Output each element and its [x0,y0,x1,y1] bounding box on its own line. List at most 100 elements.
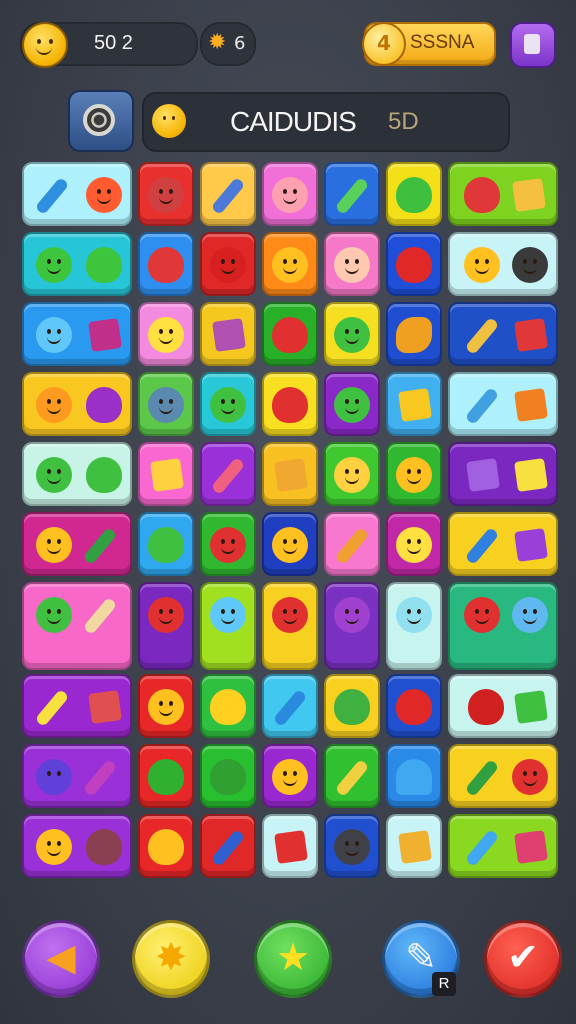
tile[interactable] [386,582,442,670]
tile[interactable] [138,582,194,670]
tile[interactable] [262,232,318,296]
tile[interactable] [324,814,380,878]
tile[interactable] [138,674,194,738]
tile[interactable] [386,744,442,808]
tile[interactable] [138,442,194,506]
apple-icon [396,247,432,283]
tile[interactable] [262,372,318,436]
tile[interactable] [448,232,558,296]
gold-button[interactable]: 4 SSSNA [362,22,496,66]
tile[interactable] [386,232,442,296]
tile[interactable] [22,372,132,436]
tile[interactable] [448,744,558,808]
face-icon [272,527,308,563]
tile[interactable] [200,162,256,226]
tile[interactable] [22,302,132,366]
tile[interactable] [386,814,442,878]
tile[interactable] [200,674,256,738]
tile[interactable] [200,372,256,436]
tile[interactable] [448,372,558,436]
tile-grid [22,162,558,884]
face-icon [148,317,184,353]
face-icon [396,597,432,633]
tile-row [22,442,558,512]
top-hud: 50 2 ✹ 6 4 SSSNA [20,22,556,68]
face-icon [210,387,246,423]
tile[interactable] [386,674,442,738]
face-icon [152,104,186,138]
tile[interactable] [386,512,442,576]
tile[interactable] [200,744,256,808]
gift-button[interactable] [510,22,556,68]
face-icon [148,597,184,633]
lemon-icon [396,317,432,353]
tile[interactable] [324,744,380,808]
tile[interactable] [448,512,558,576]
crayon-icon [334,176,370,216]
gift-box-icon [514,690,548,724]
tile[interactable] [386,302,442,366]
tile[interactable] [324,442,380,506]
tile[interactable] [200,814,256,878]
tile[interactable] [386,162,442,226]
tile[interactable] [138,372,194,436]
tile[interactable] [262,162,318,226]
star-button[interactable]: ★ [254,920,332,998]
tile[interactable] [200,302,256,366]
tile[interactable] [22,512,132,576]
pepper-icon [468,689,504,725]
tile[interactable] [138,814,194,878]
shell-button[interactable] [68,90,134,152]
tile[interactable] [324,162,380,226]
tile[interactable] [262,442,318,506]
sparkle-icon [464,316,500,356]
tile[interactable] [262,814,318,878]
tile[interactable] [324,302,380,366]
tile[interactable] [262,744,318,808]
tile[interactable] [22,232,132,296]
tile[interactable] [22,674,132,738]
tile[interactable] [448,442,558,506]
gem-icon [514,528,548,562]
face-icon [272,759,308,795]
arrow-button[interactable]: ◀ [22,920,100,998]
tile[interactable] [324,512,380,576]
tile[interactable] [448,582,558,670]
jar-icon [514,830,548,864]
tile[interactable] [138,302,194,366]
tile[interactable] [22,442,132,506]
tile[interactable] [324,674,380,738]
apple-icon [272,387,308,423]
tile[interactable] [386,372,442,436]
tile[interactable] [448,814,558,878]
tile[interactable] [200,442,256,506]
tile[interactable] [22,744,132,808]
check-button[interactable]: ✔ [484,920,562,998]
tile[interactable] [262,512,318,576]
tile[interactable] [138,512,194,576]
tile[interactable] [200,232,256,296]
tile[interactable] [22,162,132,226]
tile[interactable] [448,674,558,738]
tile[interactable] [324,372,380,436]
tile[interactable] [324,232,380,296]
tile[interactable] [386,442,442,506]
tile[interactable] [138,744,194,808]
tile[interactable] [22,582,132,670]
tile[interactable] [138,232,194,296]
tile[interactable] [448,162,558,226]
tile[interactable] [200,582,256,670]
tile[interactable] [324,582,380,670]
tile[interactable] [262,302,318,366]
tile[interactable] [138,162,194,226]
tile[interactable] [262,674,318,738]
tile-row [22,674,558,744]
tile[interactable] [200,512,256,576]
tile[interactable] [448,302,558,366]
tile[interactable] [262,582,318,670]
star-badge-button[interactable]: ✸ [132,920,210,998]
tile[interactable] [22,814,132,878]
badge: R [432,972,456,996]
face-icon [148,387,184,423]
tile-row [22,582,558,674]
